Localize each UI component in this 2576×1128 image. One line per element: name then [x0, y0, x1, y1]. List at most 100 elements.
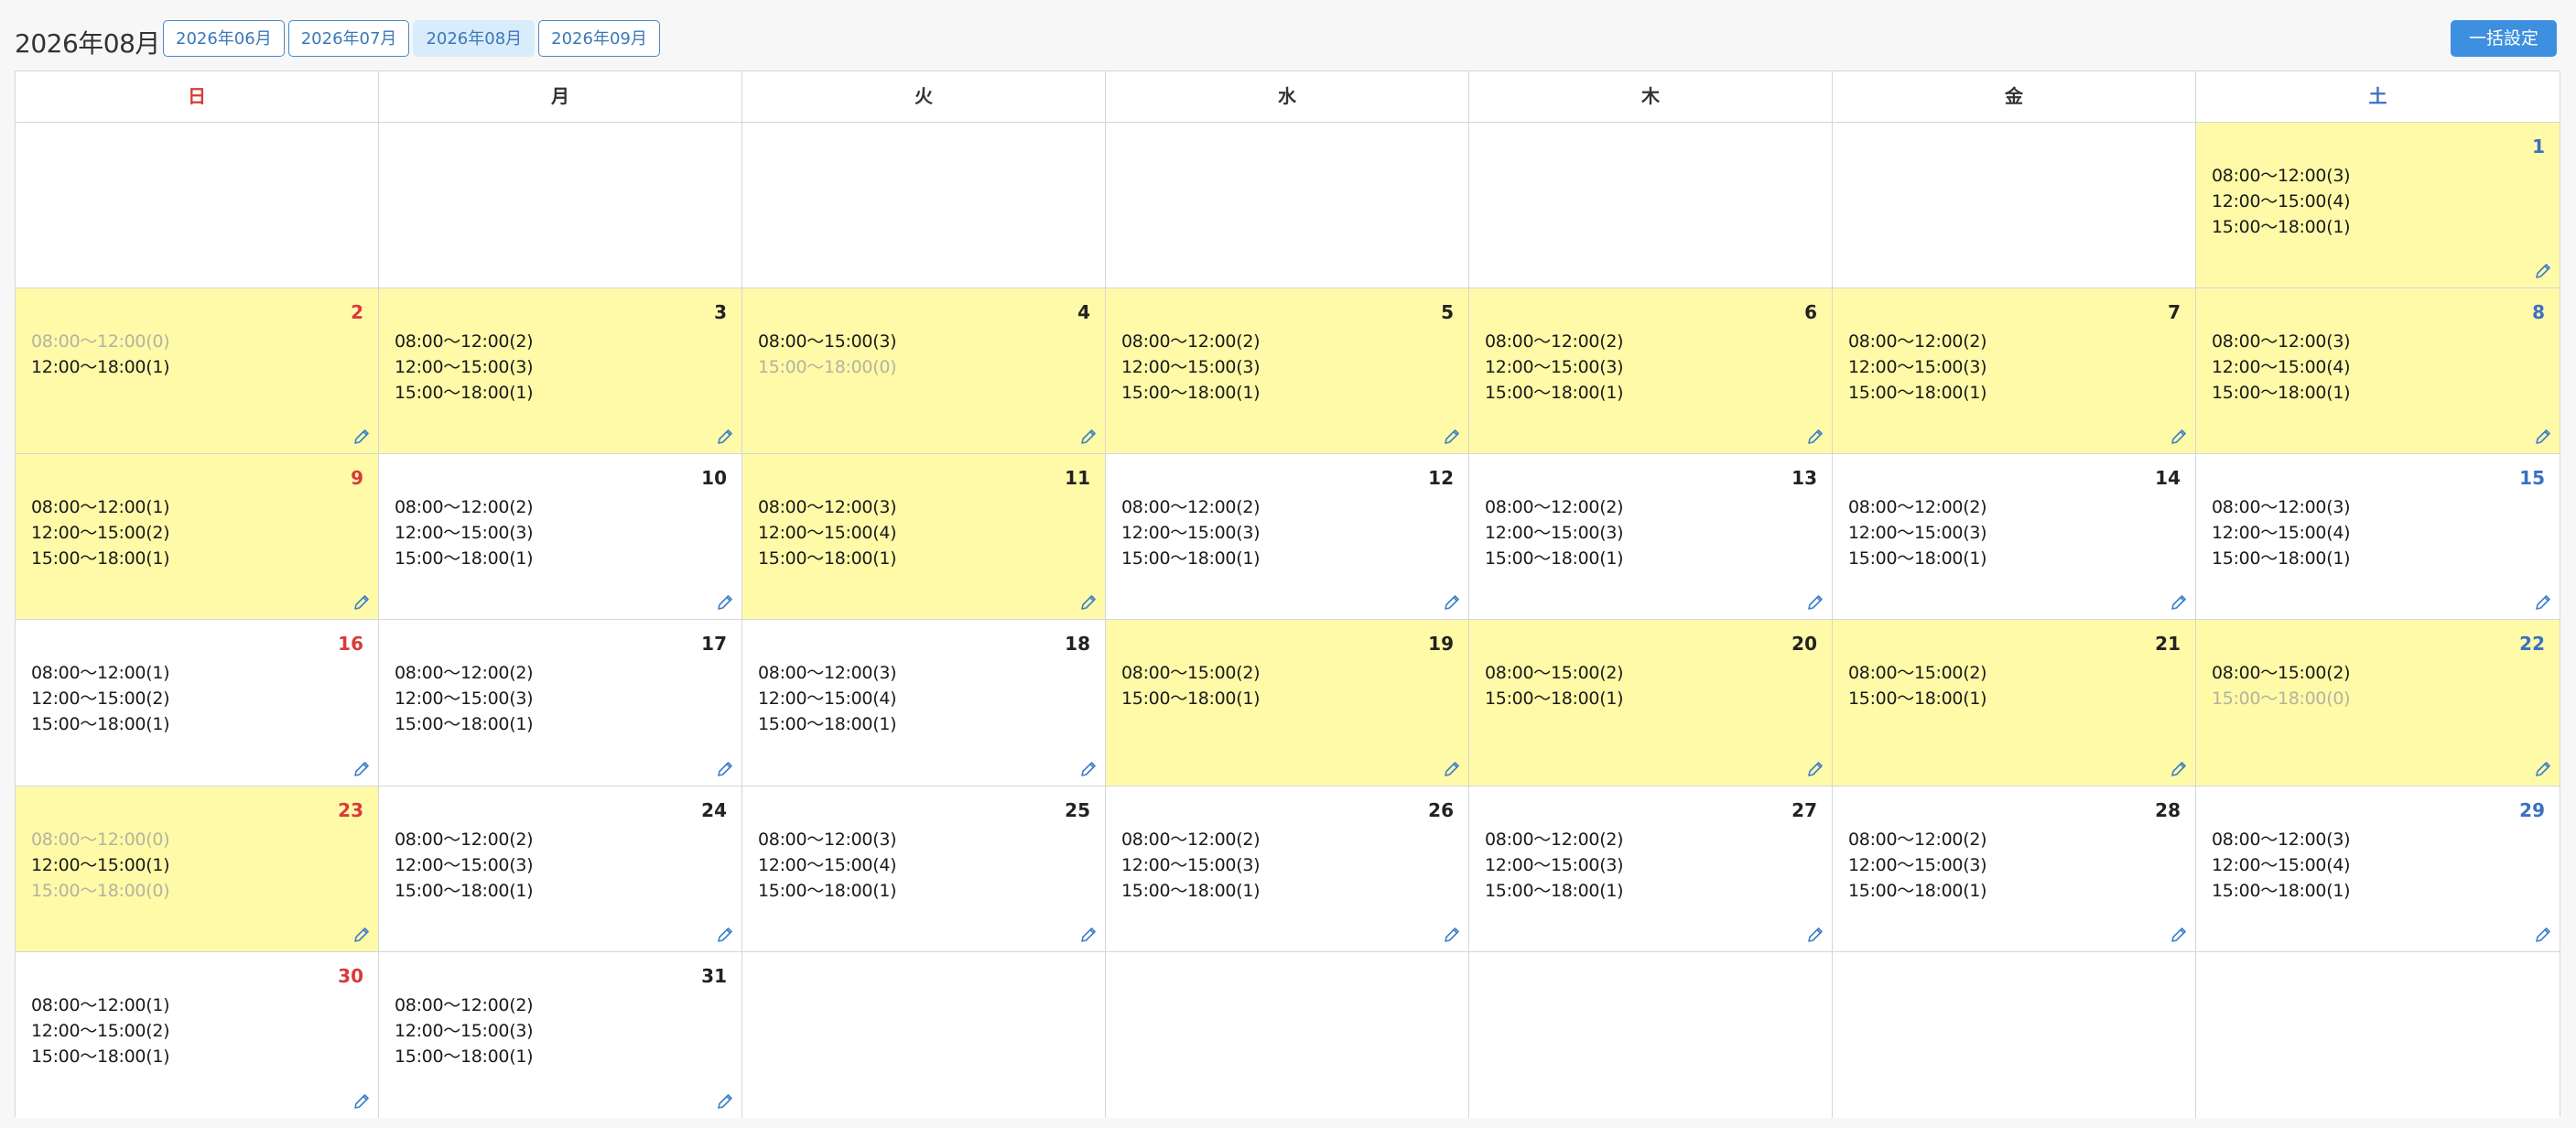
calendar-cell	[1469, 951, 1833, 1118]
pencil-icon[interactable]	[1443, 926, 1461, 944]
time-slot: 08:00〜15:00(2)	[1121, 663, 1261, 684]
calendar-cell[interactable]: 18 08:00〜12:00(3) 12:00〜15:00(4) 15:00〜18:0…	[742, 620, 1106, 786]
calendar-cell[interactable]: 1 08:00〜12:00(3) 12:00〜15:00(4) 15:00〜18:00…	[2196, 123, 2560, 289]
pencil-icon[interactable]	[2170, 760, 2188, 778]
pencil-icon[interactable]	[2534, 428, 2552, 446]
time-slot: 08:00〜12:00(2)	[1121, 497, 1261, 518]
calendar-cell	[1469, 123, 1833, 289]
day-number: 30	[338, 964, 363, 987]
calendar-cell[interactable]: 8 08:00〜12:00(3) 12:00〜15:00(4) 15:00〜18:00…	[2196, 288, 2560, 455]
month-button-prev-2[interactable]: 2026年06月	[163, 20, 285, 57]
pencil-icon[interactable]	[2170, 593, 2188, 612]
pencil-icon[interactable]	[2534, 262, 2552, 280]
month-nav: 2026年06月 2026年07月 2026年08月 2026年09月	[163, 20, 664, 57]
calendar-cell[interactable]: 2 08:00〜12:00(0) 12:00〜18:00(1)	[16, 288, 379, 455]
pencil-icon[interactable]	[716, 593, 734, 612]
calendar-cell[interactable]: 7 08:00〜12:00(2) 12:00〜15:00(3) 15:00〜18:00…	[1833, 288, 2196, 455]
calendar-cell[interactable]: 6 08:00〜12:00(2) 12:00〜15:00(3) 15:00〜18:00…	[1469, 288, 1833, 455]
month-button-prev-1[interactable]: 2026年07月	[287, 20, 410, 57]
calendar-cell[interactable]: 23 08:00〜12:00(0) 12:00〜15:00(1) 15:00〜18:0…	[16, 786, 379, 952]
pencil-icon[interactable]	[352, 428, 371, 446]
pencil-icon[interactable]	[1079, 760, 1098, 778]
pencil-icon[interactable]	[352, 593, 371, 612]
day-number: 1	[2532, 136, 2545, 157]
time-slot: 08:00〜12:00(3)	[2212, 829, 2351, 850]
time-slot: 12:00〜15:00(3)	[395, 523, 534, 544]
month-button-current[interactable]: 2026年08月	[413, 20, 536, 57]
calendar-cell[interactable]: 22 08:00〜15:00(2) 15:00〜18:00(0)	[2196, 620, 2560, 786]
day-number: 14	[2155, 467, 2181, 490]
pencil-icon[interactable]	[1079, 926, 1098, 944]
pencil-icon[interactable]	[1806, 593, 1824, 612]
time-slot: 15:00〜18:00(1)	[1485, 548, 1624, 569]
calendar-cell[interactable]: 12 08:00〜12:00(2) 12:00〜15:00(3) 15:00〜18:0…	[1106, 454, 1469, 621]
calendar-cell[interactable]: 5 08:00〜12:00(2) 12:00〜15:00(3) 15:00〜18:00…	[1106, 288, 1469, 455]
pencil-icon[interactable]	[2170, 428, 2188, 446]
calendar-cell[interactable]: 29 08:00〜12:00(3) 12:00〜15:00(4) 15:00〜18:0…	[2196, 786, 2560, 952]
pencil-icon[interactable]	[1806, 760, 1824, 778]
calendar-cell[interactable]: 11 08:00〜12:00(3) 12:00〜15:00(4) 15:00〜18:0…	[742, 454, 1106, 621]
calendar-cell[interactable]: 31 08:00〜12:00(2) 12:00〜15:00(3) 15:00〜18:0…	[379, 951, 742, 1118]
time-slot: 08:00〜12:00(2)	[1848, 331, 1987, 352]
calendar-cell[interactable]: 17 08:00〜12:00(2) 12:00〜15:00(3) 15:00〜18:0…	[379, 620, 742, 786]
pencil-icon[interactable]	[716, 428, 734, 446]
pencil-icon[interactable]	[352, 926, 371, 944]
time-slot-list: 08:00〜15:00(2) 15:00〜18:00(1)	[1121, 660, 1261, 711]
weekday-tue: 火	[742, 71, 1106, 123]
time-slot: 12:00〜15:00(3)	[395, 357, 534, 378]
pencil-icon[interactable]	[352, 760, 371, 778]
month-calendar: 日 月 火 水 木 金 土 1 08:00〜12:00(3) 12:00〜15:00…	[15, 70, 2560, 1118]
time-slot: 15:00〜18:00(1)	[1121, 548, 1261, 569]
calendar-cell[interactable]: 21 08:00〜15:00(2) 15:00〜18:00(1)	[1833, 620, 2196, 786]
pencil-icon[interactable]	[716, 1092, 734, 1111]
time-slot: 15:00〜18:00(1)	[1121, 880, 1261, 901]
pencil-icon[interactable]	[2170, 926, 2188, 944]
calendar-cell[interactable]: 14 08:00〜12:00(2) 12:00〜15:00(3) 15:00〜18:0…	[1833, 454, 2196, 621]
time-slot: 08:00〜15:00(2)	[2212, 663, 2351, 684]
calendar-cell[interactable]: 16 08:00〜12:00(1) 12:00〜15:00(2) 15:00〜18:0…	[16, 620, 379, 786]
time-slot: 08:00〜12:00(3)	[758, 829, 897, 850]
pencil-icon[interactable]	[1806, 428, 1824, 446]
time-slot-list: 08:00〜12:00(2) 12:00〜15:00(3) 15:00〜18:00(…	[1485, 494, 1624, 571]
time-slot: 08:00〜12:00(2)	[1121, 331, 1261, 352]
calendar-cell[interactable]: 3 08:00〜12:00(2) 12:00〜15:00(3) 15:00〜18:00…	[379, 288, 742, 455]
calendar-cell[interactable]: 25 08:00〜12:00(3) 12:00〜15:00(4) 15:00〜18:0…	[742, 786, 1106, 952]
time-slot-list: 08:00〜12:00(2) 12:00〜15:00(3) 15:00〜18:00(…	[1848, 329, 1987, 406]
time-slot: 15:00〜18:00(1)	[2212, 383, 2351, 404]
pencil-icon[interactable]	[1443, 593, 1461, 612]
calendar-cell[interactable]: 19 08:00〜15:00(2) 15:00〜18:00(1)	[1106, 620, 1469, 786]
time-slot: 12:00〜15:00(3)	[1848, 357, 1987, 378]
calendar-cell[interactable]: 24 08:00〜12:00(2) 12:00〜15:00(3) 15:00〜18:0…	[379, 786, 742, 952]
calendar-cell[interactable]: 28 08:00〜12:00(2) 12:00〜15:00(3) 15:00〜18:0…	[1833, 786, 2196, 952]
calendar-cell[interactable]: 15 08:00〜12:00(3) 12:00〜15:00(4) 15:00〜18:0…	[2196, 454, 2560, 621]
time-slot: 12:00〜15:00(4)	[758, 523, 897, 544]
time-slot: 15:00〜18:00(0)	[31, 880, 170, 901]
pencil-icon[interactable]	[716, 926, 734, 944]
calendar-cell[interactable]: 9 08:00〜12:00(1) 12:00〜15:00(2) 15:00〜18:00…	[16, 454, 379, 621]
calendar-cell	[16, 123, 379, 289]
time-slot: 12:00〜18:00(1)	[31, 357, 170, 378]
calendar-cell	[1833, 951, 2196, 1118]
month-button-next-1[interactable]: 2026年09月	[538, 20, 660, 57]
pencil-icon[interactable]	[2534, 926, 2552, 944]
pencil-icon[interactable]	[716, 760, 734, 778]
pencil-icon[interactable]	[2534, 593, 2552, 612]
calendar-cell[interactable]: 4 08:00〜15:00(3) 15:00〜18:00(0)	[742, 288, 1106, 455]
pencil-icon[interactable]	[1806, 926, 1824, 944]
calendar-cell[interactable]: 30 08:00〜12:00(1) 12:00〜15:00(2) 15:00〜18:0…	[16, 951, 379, 1118]
pencil-icon[interactable]	[1079, 593, 1098, 612]
calendar-cell[interactable]: 20 08:00〜15:00(2) 15:00〜18:00(1)	[1469, 620, 1833, 786]
time-slot: 15:00〜18:00(1)	[758, 880, 897, 901]
day-number: 23	[338, 798, 363, 821]
pencil-icon[interactable]	[1443, 428, 1461, 446]
pencil-icon[interactable]	[1079, 428, 1098, 446]
pencil-icon[interactable]	[1443, 760, 1461, 778]
calendar-cell[interactable]: 26 08:00〜12:00(2) 12:00〜15:00(3) 15:00〜18:0…	[1106, 786, 1469, 952]
calendar-cell[interactable]: 13 08:00〜12:00(2) 12:00〜15:00(3) 15:00〜18:0…	[1469, 454, 1833, 621]
time-slot: 15:00〜18:00(1)	[1485, 880, 1624, 901]
pencil-icon[interactable]	[2534, 760, 2552, 778]
calendar-cell[interactable]: 27 08:00〜12:00(2) 12:00〜15:00(3) 15:00〜18:0…	[1469, 786, 1833, 952]
pencil-icon[interactable]	[352, 1092, 371, 1111]
calendar-cell[interactable]: 10 08:00〜12:00(2) 12:00〜15:00(3) 15:00〜18:0…	[379, 454, 742, 621]
bulk-settings-button[interactable]: 一括設定	[2450, 20, 2557, 57]
